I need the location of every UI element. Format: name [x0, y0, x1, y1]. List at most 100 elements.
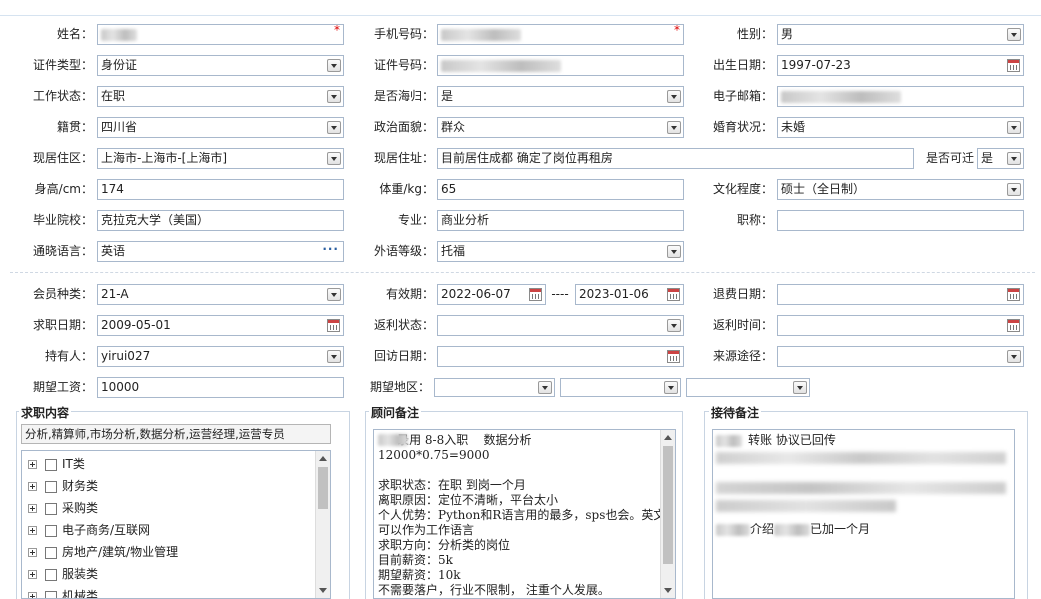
political-value: 群众 — [441, 120, 466, 134]
validity-from-field[interactable]: 2022-06-07 — [437, 284, 546, 305]
education-select[interactable]: 硕士（全日制） — [777, 179, 1024, 200]
id-type-select[interactable]: 身份证 — [97, 55, 344, 76]
validity-to-field[interactable]: 2023-01-06 — [575, 284, 684, 305]
chevron-down-icon[interactable] — [1007, 121, 1021, 134]
chevron-down-icon[interactable] — [1007, 350, 1021, 363]
chevron-down-icon[interactable] — [667, 245, 681, 258]
school-field[interactable]: 克拉克大学（美国） — [97, 210, 344, 231]
checkbox[interactable] — [45, 546, 57, 559]
checkbox[interactable] — [45, 502, 57, 515]
relocate-select[interactable]: 是 — [977, 148, 1024, 169]
job-category-tree[interactable]: IT类 财务类 采购类 电子商务/互联网 房地产/建筑/物业管理 服装类 机械类 — [21, 450, 331, 599]
scroll-thumb[interactable] — [663, 446, 673, 564]
birth-date-field[interactable]: 1997-07-23 — [777, 55, 1024, 76]
expand-icon[interactable] — [28, 482, 37, 491]
foreign-level-select[interactable]: 托福 — [437, 241, 684, 262]
expected-salary-field[interactable]: 10000 — [97, 377, 344, 398]
chevron-down-icon[interactable] — [327, 152, 341, 165]
checkbox[interactable] — [45, 524, 57, 537]
chevron-down-icon[interactable] — [667, 319, 681, 332]
calendar-icon[interactable] — [1007, 288, 1020, 301]
holder-label: 持有人： — [44, 349, 93, 363]
chevron-down-icon[interactable] — [1007, 152, 1021, 165]
marital-select[interactable]: 未婚 — [777, 117, 1024, 138]
gender-select[interactable]: 男 — [777, 24, 1024, 45]
work-status-select[interactable]: 在职 — [97, 86, 344, 107]
scroll-down-icon[interactable] — [319, 588, 327, 593]
expand-icon[interactable] — [28, 460, 37, 469]
expand-icon[interactable] — [28, 526, 37, 535]
calendar-icon[interactable] — [667, 288, 680, 301]
category-label: 财务类 — [62, 479, 99, 493]
category-item-ecommerce[interactable]: 电子商务/互联网 — [28, 519, 178, 541]
category-item-machinery[interactable]: 机械类 — [28, 585, 178, 598]
expand-icon[interactable] — [28, 504, 37, 513]
chevron-down-icon[interactable] — [667, 121, 681, 134]
expand-icon[interactable] — [28, 592, 37, 598]
language-field[interactable]: 英语 ··· — [97, 241, 344, 262]
checkbox[interactable] — [45, 458, 57, 471]
checkbox[interactable] — [45, 480, 57, 493]
expand-icon[interactable] — [28, 570, 37, 579]
category-item-it[interactable]: IT类 — [28, 453, 178, 475]
scroll-up-icon[interactable] — [664, 435, 672, 440]
checkbox[interactable] — [45, 568, 57, 581]
height-field[interactable]: 174 — [97, 179, 344, 200]
checkbox[interactable] — [45, 590, 57, 598]
calendar-icon[interactable] — [529, 288, 542, 301]
expected-area-province-select[interactable] — [434, 378, 555, 397]
residence-area-select[interactable]: 上海市-上海市-[上海市] — [97, 148, 344, 169]
rebate-time-field[interactable] — [777, 315, 1024, 336]
scrollbar[interactable] — [315, 451, 330, 598]
scroll-down-icon[interactable] — [664, 588, 672, 593]
id-number-field[interactable] — [437, 55, 684, 76]
chevron-down-icon[interactable] — [327, 288, 341, 301]
more-icon[interactable]: ··· — [322, 242, 339, 259]
phone-field[interactable]: * — [437, 24, 684, 45]
chevron-down-icon[interactable] — [793, 381, 807, 394]
category-item-purchasing[interactable]: 采购类 — [28, 497, 178, 519]
name-field[interactable]: * — [97, 24, 344, 45]
chevron-down-icon[interactable] — [1007, 28, 1021, 41]
refund-date-field[interactable] — [777, 284, 1024, 305]
category-item-clothing[interactable]: 服装类 — [28, 563, 178, 585]
chevron-down-icon[interactable] — [327, 90, 341, 103]
reception-notes-textarea[interactable]: 转账 协议已回传 介绍 已加一个月 — [712, 429, 1015, 599]
title-field[interactable] — [777, 210, 1024, 231]
source-select[interactable] — [777, 346, 1024, 367]
native-place-select[interactable]: 四川省 — [97, 117, 344, 138]
email-field[interactable] — [777, 86, 1024, 107]
calendar-icon[interactable] — [1007, 59, 1020, 72]
major-field[interactable]: 商业分析 — [437, 210, 684, 231]
calendar-icon[interactable] — [667, 350, 680, 363]
advisor-notes-textarea[interactable]: 录用 8-8入职 数据分析 12000*0.75=9000 求职状态：在职 到岗… — [373, 429, 676, 599]
member-type-select[interactable]: 21-A — [97, 284, 344, 305]
calendar-icon[interactable] — [327, 319, 340, 332]
chevron-down-icon[interactable] — [538, 381, 552, 394]
expand-icon[interactable] — [28, 548, 37, 557]
chevron-down-icon[interactable] — [327, 121, 341, 134]
holder-select[interactable]: yirui027 — [97, 346, 344, 367]
chevron-down-icon[interactable] — [327, 59, 341, 72]
chevron-down-icon[interactable] — [1007, 183, 1021, 196]
scrollbar[interactable] — [660, 430, 675, 598]
calendar-icon[interactable] — [1007, 319, 1020, 332]
scroll-thumb[interactable] — [318, 467, 328, 509]
chevron-down-icon[interactable] — [664, 381, 678, 394]
chevron-down-icon[interactable] — [667, 90, 681, 103]
category-item-realestate[interactable]: 房地产/建筑/物业管理 — [28, 541, 178, 563]
visit-date-field[interactable] — [437, 346, 684, 367]
category-item-finance[interactable]: 财务类 — [28, 475, 178, 497]
expected-area-district-select[interactable] — [686, 378, 810, 397]
category-label: 电子商务/互联网 — [62, 523, 151, 537]
rebate-status-select[interactable] — [437, 315, 684, 336]
political-select[interactable]: 群众 — [437, 117, 684, 138]
chevron-down-icon[interactable] — [327, 350, 341, 363]
weight-field[interactable]: 65 — [437, 179, 684, 200]
overseas-select[interactable]: 是 — [437, 86, 684, 107]
scroll-up-icon[interactable] — [319, 456, 327, 461]
residence-address-field[interactable]: 目前居住成都 确定了岗位再租房 — [437, 148, 914, 169]
expected-area-city-select[interactable] — [560, 378, 681, 397]
section-divider — [10, 272, 1035, 273]
job-date-field[interactable]: 2009-05-01 — [97, 315, 344, 336]
